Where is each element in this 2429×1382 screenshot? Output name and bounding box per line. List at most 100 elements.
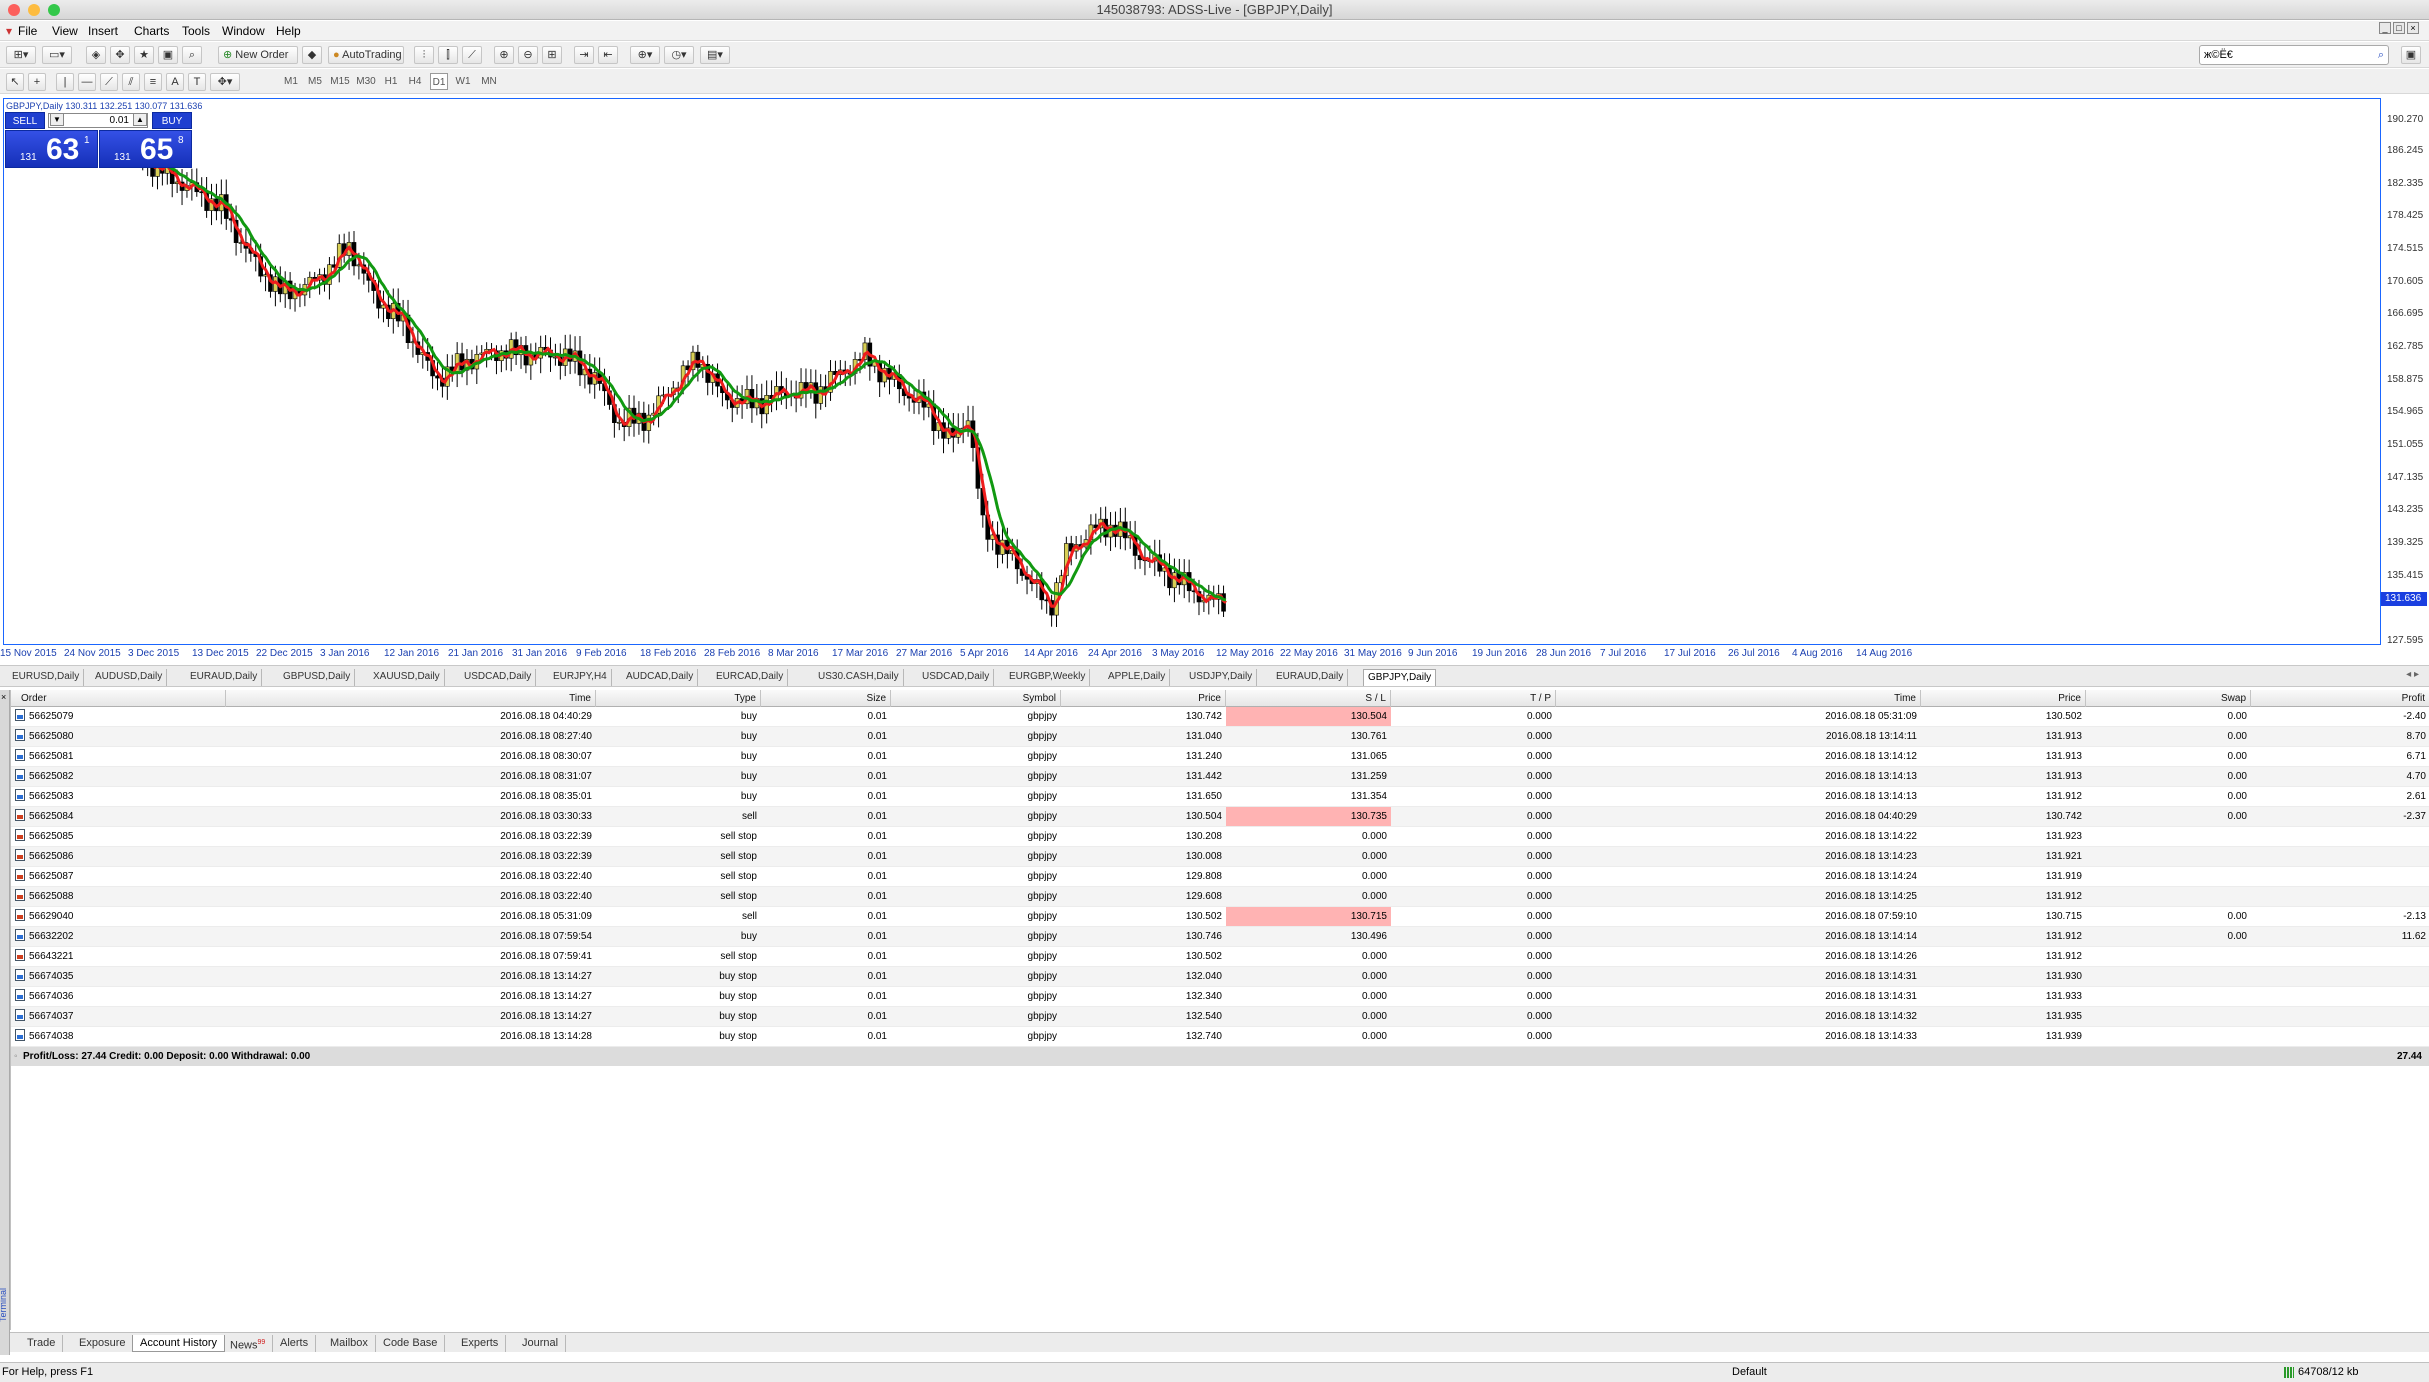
menu-tools[interactable]: Tools <box>182 24 210 38</box>
timeframe-h1[interactable]: H1 <box>382 73 400 90</box>
column-header-order-symbol[interactable]: Symbol <box>891 690 1061 707</box>
chart-tab[interactable]: US30.CASH,Daily <box>814 669 904 686</box>
chart-tab[interactable]: GBPUSD,Daily <box>279 669 356 686</box>
periods-icon[interactable]: ◷▾ <box>664 46 694 64</box>
table-row[interactable]: 56625084 2016.08.18 03:30:33 sell 0.01 gbpjp… <box>11 807 2429 827</box>
cursor-icon[interactable]: ↖ <box>6 73 24 91</box>
text-label-icon[interactable]: T <box>188 73 206 91</box>
column-header-order-id[interactable]: Order <box>11 690 226 707</box>
chart-tab[interactable]: AUDUSD,Daily <box>91 669 168 686</box>
timeframe-w1[interactable]: W1 <box>454 73 472 90</box>
lot-up-icon[interactable]: ▲ <box>133 113 147 126</box>
tab-scroll-icon[interactable]: ◂ ▸ <box>2406 669 2419 680</box>
vertical-line-icon[interactable]: | <box>56 73 74 91</box>
line-chart-icon[interactable]: ⟋ <box>462 46 482 64</box>
terminal-tab-experts[interactable]: Experts <box>454 1335 507 1352</box>
chart-tab[interactable]: EURJPY,H4 <box>549 669 612 686</box>
arrows-icon[interactable]: ✥▾ <box>210 73 240 91</box>
column-header-swap[interactable]: Swap <box>2086 690 2251 707</box>
terminal-tab-exposure[interactable]: Exposure <box>72 1335 134 1352</box>
sell-button[interactable]: SELL <box>5 112 45 129</box>
chart-tab[interactable]: XAUUSD,Daily <box>369 669 445 686</box>
trendline-icon[interactable]: ⟋ <box>100 73 118 91</box>
column-header-close-time[interactable]: Time <box>1556 690 1921 707</box>
table-row[interactable]: 56625083 2016.08.18 08:35:01 buy 0.01 gbpjpy… <box>11 787 2429 807</box>
table-row[interactable]: 56629040 2016.08.18 05:31:09 sell 0.01 gbpjp… <box>11 907 2429 927</box>
column-header-profit[interactable]: Profit <box>2251 690 2429 707</box>
table-row[interactable]: 56625079 2016.08.18 04:40:29 buy 0.01 gbpjpy… <box>11 707 2429 727</box>
market-watch-icon[interactable]: ◈ <box>86 46 106 64</box>
chart-tab[interactable]: USDJPY,Daily <box>1185 669 1258 686</box>
candlestick-chart-icon[interactable]: ⫿ <box>438 46 458 64</box>
menu-view[interactable]: View <box>52 24 78 38</box>
equidistant-channel-icon[interactable]: ⫽ <box>122 73 140 91</box>
autotrading-button[interactable]: ● AutoTrading <box>328 46 404 64</box>
zoom-out-icon[interactable]: ⊖ <box>518 46 538 64</box>
terminal-close-icon[interactable]: × <box>1 692 6 702</box>
chart-tab[interactable]: USDCAD,Daily <box>918 669 995 686</box>
bar-chart-icon[interactable]: ⫶ <box>414 46 434 64</box>
zoom-in-icon[interactable]: ⊕ <box>494 46 514 64</box>
terminal-tab-code-base[interactable]: Code Base <box>376 1335 446 1352</box>
column-header-order-size[interactable]: Size <box>761 690 891 707</box>
menu-help[interactable]: Help <box>276 24 301 38</box>
chart-tab[interactable]: EURGBP,Weekly <box>1005 669 1091 686</box>
column-header-take-profit[interactable]: T / P <box>1391 690 1556 707</box>
navigator-icon[interactable]: ★ <box>134 46 154 64</box>
data-window-icon[interactable]: ✥ <box>110 46 130 64</box>
table-row[interactable]: 56674037 2016.08.18 13:14:27 buy stop 0.01 g… <box>11 1007 2429 1027</box>
chart-tab[interactable]: EURAUD,Daily <box>186 669 263 686</box>
sell-quote[interactable]: 131 63 1 <box>5 130 98 168</box>
table-row[interactable]: 56632202 2016.08.18 07:59:54 buy 0.01 gbpjpy… <box>11 927 2429 947</box>
menu-window[interactable]: Window <box>222 24 265 38</box>
auto-scroll-icon[interactable]: ⇥ <box>574 46 594 64</box>
terminal-icon[interactable]: ▣ <box>158 46 178 64</box>
column-header-open-price[interactable]: Price <box>1061 690 1226 707</box>
minimize-icon[interactable]: _ <box>2379 22 2391 34</box>
app-icon[interactable]: ▾ <box>6 24 12 38</box>
lot-down-icon[interactable]: ▼ <box>50 113 64 126</box>
terminal-side-bar[interactable]: × Terminal <box>0 690 10 1355</box>
menu-insert[interactable]: Insert <box>88 24 118 38</box>
metaeditor-icon[interactable]: ◆ <box>302 46 322 64</box>
new-chart-icon[interactable]: ⊞▾ <box>6 46 36 64</box>
chart-shift-icon[interactable]: ⇤ <box>598 46 618 64</box>
terminal-tab-news[interactable]: News99 <box>223 1335 274 1352</box>
table-row[interactable]: 56643221 2016.08.18 07:59:41 sell stop 0.01… <box>11 947 2429 967</box>
table-row[interactable]: 56674036 2016.08.18 13:14:27 buy stop 0.01 g… <box>11 987 2429 1007</box>
timeframe-m15[interactable]: M15 <box>328 73 352 90</box>
table-row[interactable]: 56674038 2016.08.18 13:14:28 buy stop 0.01 g… <box>11 1027 2429 1047</box>
search-input[interactable]: ж©Ё€ ⌕ <box>2199 45 2389 65</box>
search-icon[interactable]: ⌕ <box>2378 46 2384 64</box>
timeframe-h4[interactable]: H4 <box>406 73 424 90</box>
strategy-tester-icon[interactable]: ⌕ <box>182 46 202 64</box>
restore-icon[interactable]: □ <box>2393 22 2405 34</box>
table-row[interactable]: 56625080 2016.08.18 08:27:40 buy 0.01 gbpjpy… <box>11 727 2429 747</box>
table-row[interactable]: 56625081 2016.08.18 08:30:07 buy 0.01 gbpjpy… <box>11 747 2429 767</box>
timeframe-m1[interactable]: M1 <box>282 73 300 90</box>
menu-file[interactable]: File <box>18 24 37 38</box>
table-row[interactable]: 56625085 2016.08.18 03:22:39 sell stop 0.01… <box>11 827 2429 847</box>
minimize-window-button[interactable] <box>28 4 40 16</box>
buy-quote[interactable]: 131 65 8 <box>99 130 192 168</box>
new-order-button[interactable]: ⊕ New Order <box>218 46 298 64</box>
chart-tab[interactable]: EURUSD,Daily <box>8 669 85 686</box>
terminal-tab-journal[interactable]: Journal <box>515 1335 567 1352</box>
price-chart[interactable] <box>3 98 2381 645</box>
terminal-tab-alerts[interactable]: Alerts <box>273 1335 317 1352</box>
column-header-order-type[interactable]: Type <box>596 690 761 707</box>
column-header-stop-loss[interactable]: S / L <box>1226 690 1391 707</box>
indicators-icon[interactable]: ⊕▾ <box>630 46 660 64</box>
chart-tab[interactable]: GBPJPY,Daily <box>1363 669 1437 686</box>
buy-button[interactable]: BUY <box>152 112 192 129</box>
terminal-tab-mailbox[interactable]: Mailbox <box>323 1335 376 1352</box>
table-row[interactable]: 56625086 2016.08.18 03:22:39 sell stop 0.01… <box>11 847 2429 867</box>
terminal-tab-trade[interactable]: Trade <box>20 1335 64 1352</box>
zoom-window-button[interactable] <box>48 4 60 16</box>
community-icon[interactable]: ▣ <box>2401 46 2421 64</box>
timeframe-d1[interactable]: D1 <box>430 73 448 90</box>
table-row[interactable]: 56625088 2016.08.18 03:22:40 sell stop 0.01… <box>11 887 2429 907</box>
chart-tab[interactable]: APPLE,Daily <box>1104 669 1171 686</box>
close-icon[interactable]: × <box>2407 22 2419 34</box>
horizontal-line-icon[interactable]: — <box>78 73 96 91</box>
